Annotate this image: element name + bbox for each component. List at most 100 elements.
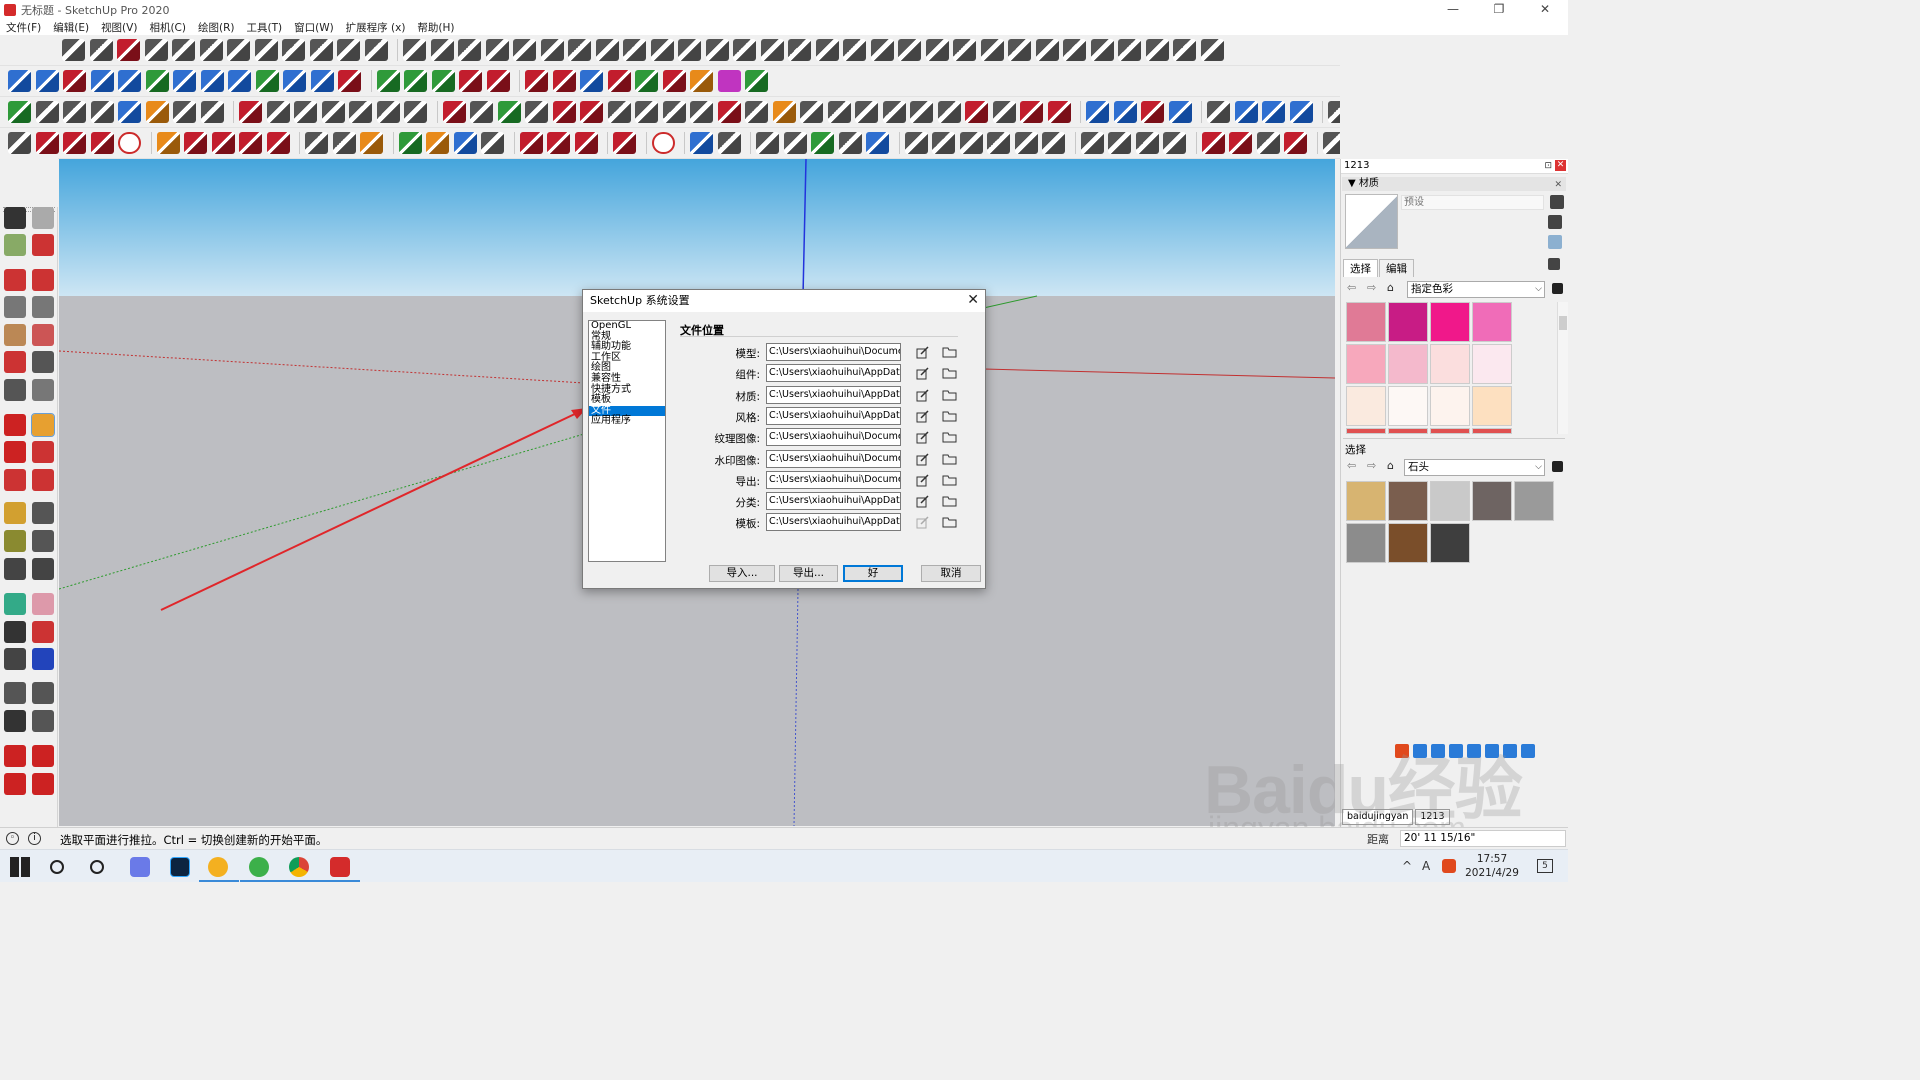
left-tool-7-icon[interactable] (32, 296, 54, 318)
tool-tb3-9-icon[interactable] (239, 101, 262, 123)
tool-tb3-22-icon[interactable] (580, 101, 603, 123)
tool-tb4-7-icon[interactable] (184, 132, 207, 154)
tool-tb1-7-icon[interactable] (254, 39, 278, 61)
tool-tb4-25-icon[interactable] (613, 132, 636, 154)
file-path-field[interactable]: C:\Users\xiaohuihui\AppData\Roa (766, 385, 901, 404)
tool-tb4-50-icon[interactable] (1201, 132, 1225, 154)
tool-tb2-10-icon[interactable] (283, 70, 306, 92)
tool-tb2-23-icon[interactable] (607, 70, 631, 92)
left-tool-18-icon[interactable] (4, 469, 26, 491)
tool-tb3-37-icon[interactable] (992, 101, 1016, 123)
folder-icon[interactable] (942, 431, 957, 443)
left-tool-16-icon[interactable] (4, 441, 26, 463)
tray-chevron-icon[interactable]: ^ (1402, 859, 1412, 873)
tool-tb3-41-icon[interactable] (1086, 101, 1109, 123)
collection-select-2[interactable]: 石头 ⌵ (1404, 459, 1545, 476)
tool-tb4-8-icon[interactable] (211, 132, 235, 154)
folder-icon[interactable] (942, 474, 957, 486)
tool-tb4-3-icon[interactable] (90, 132, 114, 154)
menu-draw[interactable]: 绘图(R) (198, 20, 235, 35)
tool-tb3-2-icon[interactable] (63, 101, 86, 123)
left-tool-29-icon[interactable] (32, 621, 54, 643)
folder-icon[interactable] (942, 410, 957, 422)
menu-view[interactable]: 视图(V) (101, 20, 137, 35)
chrome-icon[interactable] (289, 857, 309, 877)
tool-tb1-32-icon[interactable] (925, 39, 949, 61)
edit-icon[interactable] (916, 410, 929, 423)
tool-tb2-27-icon[interactable] (717, 70, 741, 92)
tool-tb2-0-icon[interactable] (8, 70, 31, 92)
tool-tb1-36-icon[interactable] (1035, 39, 1059, 61)
tool-tb3-31-icon[interactable] (827, 101, 851, 123)
color-swatch-partial[interactable] (1346, 428, 1386, 434)
tool-tb4-41-icon[interactable] (987, 132, 1010, 154)
left-tool-14-icon[interactable] (4, 414, 26, 436)
tool-tb3-17-icon[interactable] (442, 101, 466, 123)
file-path-field[interactable]: C:\Users\xiaohuihui\AppData\Roa (766, 513, 901, 532)
tool-tb1-3-icon[interactable] (144, 39, 168, 61)
color-swatch[interactable] (1472, 302, 1512, 342)
stone-material-swatch[interactable] (1514, 481, 1554, 521)
file-path-field[interactable]: C:\Users\xiaohuihui\Documents\ (766, 343, 901, 361)
tool-tb4-36-icon[interactable] (866, 132, 889, 154)
tool-tb3-47-icon[interactable] (1234, 101, 1258, 123)
tool-tb2-18-icon[interactable] (486, 70, 510, 92)
tool-tb1-13-icon[interactable] (403, 39, 426, 61)
tool-tb4-45-icon[interactable] (1080, 132, 1104, 154)
tool-tb4-39-icon[interactable] (932, 132, 955, 154)
tool-tb4-33-icon[interactable] (783, 132, 807, 154)
file-path-field[interactable]: C:\Users\xiaohuihui\AppData\Roa (766, 364, 901, 383)
file-path-field[interactable]: C:\Users\xiaohuihui\AppData\Roa (766, 492, 901, 511)
tool-tb4-10-icon[interactable] (266, 132, 290, 154)
app-icon-3[interactable] (208, 857, 228, 877)
tool-tb2-4-icon[interactable] (118, 70, 141, 92)
tool-tb4-35-icon[interactable] (838, 132, 862, 154)
tool-tb2-2-icon[interactable] (63, 70, 86, 92)
left-tool-0-icon[interactable] (4, 207, 26, 229)
tool-tb4-38-icon[interactable] (904, 132, 928, 154)
edit-icon[interactable] (916, 474, 929, 487)
tool-tb4-30-icon[interactable] (717, 132, 741, 154)
material-name-input[interactable] (1401, 195, 1544, 210)
tool-tb3-39-icon[interactable] (1047, 101, 1071, 123)
left-tool-39-icon[interactable] (32, 773, 54, 795)
tool-tb3-43-icon[interactable] (1141, 101, 1164, 123)
edit-icon[interactable] (916, 367, 929, 380)
tool-tb1-37-icon[interactable] (1063, 39, 1086, 61)
left-tool-9-icon[interactable] (32, 324, 54, 346)
tool-tb1-39-icon[interactable] (1118, 39, 1141, 61)
tool-tb2-25-icon[interactable] (662, 70, 686, 92)
color-swatch[interactable] (1388, 386, 1428, 426)
left-tool-26-icon[interactable] (4, 593, 26, 615)
tool-tb1-14-icon[interactable] (430, 39, 454, 61)
tool-tb3-25-icon[interactable] (662, 101, 686, 123)
left-tool-27-icon[interactable] (32, 593, 54, 615)
edit-icon[interactable] (916, 516, 929, 529)
tool-tb4-6-icon[interactable] (156, 132, 180, 154)
import-button[interactable]: 导入... (709, 565, 775, 582)
tool-tb2-15-icon[interactable] (404, 70, 427, 92)
left-tool-10-icon[interactable] (4, 351, 26, 373)
left-tool-4-icon[interactable] (4, 269, 26, 291)
left-tool-37-icon[interactable] (32, 745, 54, 767)
tool-tb1-16-icon[interactable] (485, 39, 509, 61)
tool-tb2-28-icon[interactable] (745, 70, 768, 92)
tool-tb2-16-icon[interactable] (431, 70, 455, 92)
photoshop-icon[interactable] (170, 857, 190, 877)
tool-tb1-9-icon[interactable] (309, 39, 333, 61)
tool-tb1-15-icon[interactable] (458, 39, 481, 61)
folder-icon[interactable] (942, 389, 957, 401)
tray-close-button[interactable]: ✕ (1555, 160, 1566, 171)
ime-punct-icon[interactable] (1431, 744, 1445, 758)
tray-lang-icon[interactable]: A (1422, 859, 1430, 873)
measurements-box[interactable]: 20' 11 15/16" (1400, 830, 1566, 847)
tool-tb1-27-icon[interactable] (788, 39, 811, 61)
tool-tb4-43-icon[interactable] (1042, 132, 1065, 154)
left-tool-25-icon[interactable] (32, 558, 54, 580)
tool-tb2-1-icon[interactable] (35, 70, 59, 92)
tool-tb3-1-icon[interactable] (35, 101, 59, 123)
left-tool-24-icon[interactable] (4, 558, 26, 580)
tool-tb1-34-icon[interactable] (980, 39, 1004, 61)
color-swatch[interactable] (1346, 386, 1386, 426)
tool-tb3-51-icon[interactable] (1328, 101, 1340, 123)
